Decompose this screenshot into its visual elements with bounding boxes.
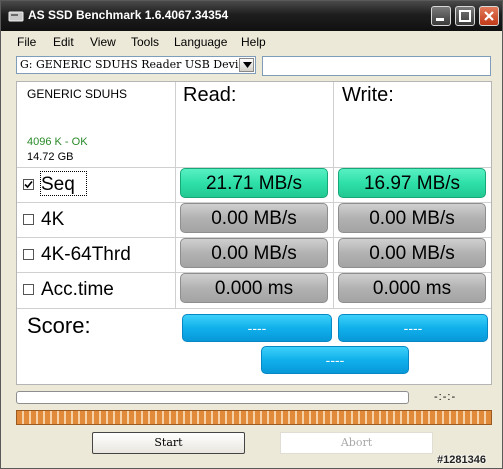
menu-bar: File Edit View Tools Language Help xyxy=(1,32,502,52)
column-divider xyxy=(175,82,176,308)
seq-checkbox[interactable] xyxy=(23,179,34,190)
close-button[interactable] xyxy=(479,6,499,26)
dropdown-arrow-button[interactable] xyxy=(239,58,254,72)
close-icon xyxy=(484,11,494,21)
maximize-icon xyxy=(459,10,471,22)
menu-language[interactable]: Language xyxy=(174,35,227,49)
menu-help[interactable]: Help xyxy=(241,35,266,49)
4k-checkbox[interactable] xyxy=(23,214,34,225)
check-icon xyxy=(24,180,33,189)
title-bar[interactable]: AS SSD Benchmark 1.6.4067.34354 xyxy=(1,1,502,31)
app-window: AS SSD Benchmark 1.6.4067.34354 File Edi… xyxy=(0,0,503,469)
path-input[interactable] xyxy=(262,56,491,76)
score-label: Score: xyxy=(27,313,91,338)
menu-file[interactable]: File xyxy=(17,35,36,49)
score-read: ---- xyxy=(182,314,332,342)
window-title: AS SSD Benchmark 1.6.4067.34354 xyxy=(28,8,229,22)
maximize-button[interactable] xyxy=(455,6,475,26)
seq-label: Seq xyxy=(41,174,75,195)
chevron-down-icon xyxy=(243,62,252,68)
progress-bar xyxy=(16,391,409,404)
watermark-text: #1281346 xyxy=(437,454,486,466)
drive-select-value: G: GENERIC SDUHS Reader USB Device xyxy=(20,58,252,71)
4k64thrd-label: 4K-64Thrd xyxy=(41,244,131,265)
minimize-icon xyxy=(436,18,444,21)
4k64thrd-checkbox[interactable] xyxy=(23,249,34,260)
acctime-read-result: 0.000 ms xyxy=(180,273,328,303)
4k-write-result: 0.00 MB/s xyxy=(338,203,486,233)
device-name: GENERIC SDUHS xyxy=(27,87,128,101)
4k-label: 4K xyxy=(41,209,65,230)
4k-read-result: 0.00 MB/s xyxy=(180,203,328,233)
results-grid: GENERIC SDUHS 4096 K - OK 14.72 GB Read:… xyxy=(16,81,492,385)
menu-tools[interactable]: Tools xyxy=(131,35,159,49)
acctime-label: Acc.time xyxy=(41,279,114,300)
score-write: ---- xyxy=(338,314,488,342)
acctime-checkbox[interactable] xyxy=(23,284,34,295)
abort-button[interactable]: Abort xyxy=(280,432,433,454)
row-divider xyxy=(17,308,491,309)
activity-bar xyxy=(16,410,492,425)
acctime-write-result: 0.000 ms xyxy=(338,273,486,303)
elapsed-time: -:-:- xyxy=(434,391,457,403)
4k64thrd-read-result: 0.00 MB/s xyxy=(180,238,328,268)
seq-read-result: 21.71 MB/s xyxy=(180,168,328,198)
write-column-header: Write: xyxy=(342,84,394,106)
4k64thrd-write-result: 0.00 MB/s xyxy=(338,238,486,268)
alignment-status: 4096 K - OK xyxy=(27,136,88,148)
minimize-button[interactable] xyxy=(431,6,451,26)
start-button[interactable]: Start xyxy=(92,432,245,454)
device-size: 14.72 GB xyxy=(27,151,74,163)
seq-write-result: 16.97 MB/s xyxy=(338,168,486,198)
menu-view[interactable]: View xyxy=(90,35,116,49)
menu-edit[interactable]: Edit xyxy=(53,35,74,49)
column-divider xyxy=(333,82,334,308)
drive-select[interactable]: G: GENERIC SDUHS Reader USB Device xyxy=(16,56,256,74)
read-column-header: Read: xyxy=(183,84,237,106)
app-drive-icon xyxy=(8,11,24,22)
score-total: ---- xyxy=(261,346,409,374)
